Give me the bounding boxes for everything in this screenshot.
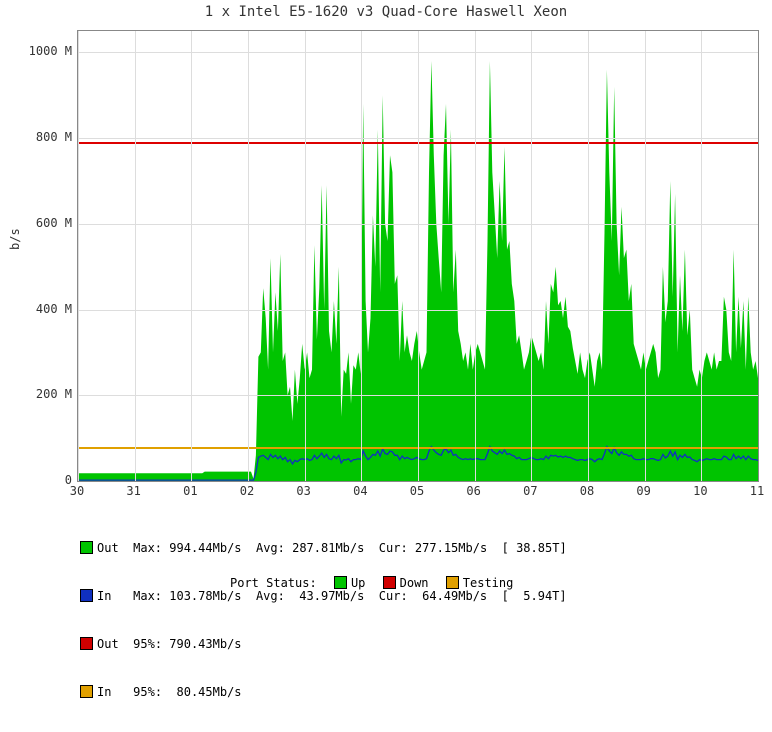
x-tick: 05 <box>397 484 437 498</box>
legend-in95: In 95%: 80.45Mb/s <box>80 684 567 700</box>
y-tick: 400 M <box>2 302 72 316</box>
swatch-up-icon <box>334 576 347 589</box>
legend-block: Out Max: 994.44Mb/s Avg: 287.81Mb/s Cur:… <box>80 508 567 732</box>
y-tick: 600 M <box>2 216 72 230</box>
plot-area <box>77 30 759 482</box>
x-tick: 31 <box>114 484 154 498</box>
y-tick: 1000 M <box>2 44 72 58</box>
x-tick: 01 <box>170 484 210 498</box>
x-tick: 30 <box>57 484 97 498</box>
x-tick: 10 <box>680 484 720 498</box>
swatch-in95-icon <box>80 685 93 698</box>
port-status-row: Port Status: Up Down Testing <box>230 576 513 590</box>
swatch-out-icon <box>80 541 93 554</box>
y-tick: 800 M <box>2 130 72 144</box>
legend-out95: Out 95%: 790.43Mb/s <box>80 636 567 652</box>
x-tick: 07 <box>510 484 550 498</box>
swatch-down-icon <box>383 576 396 589</box>
x-tick: 06 <box>454 484 494 498</box>
x-tick: 03 <box>284 484 324 498</box>
swatch-out95-icon <box>80 637 93 650</box>
y-tick: 200 M <box>2 387 72 401</box>
x-tick: 09 <box>624 484 664 498</box>
y-axis-label: b/s <box>8 228 22 250</box>
x-tick: 04 <box>340 484 380 498</box>
swatch-in-icon <box>80 589 93 602</box>
legend-in: In Max: 103.78Mb/s Avg: 43.97Mb/s Cur: 6… <box>80 588 567 604</box>
swatch-testing-icon <box>446 576 459 589</box>
x-tick: 11 <box>737 484 772 498</box>
x-tick: 02 <box>227 484 267 498</box>
legend-out: Out Max: 994.44Mb/s Avg: 287.81Mb/s Cur:… <box>80 540 567 556</box>
chart-title: 1 x Intel E5-1620 v3 Quad-Core Haswell X… <box>0 4 772 20</box>
x-tick: 08 <box>567 484 607 498</box>
